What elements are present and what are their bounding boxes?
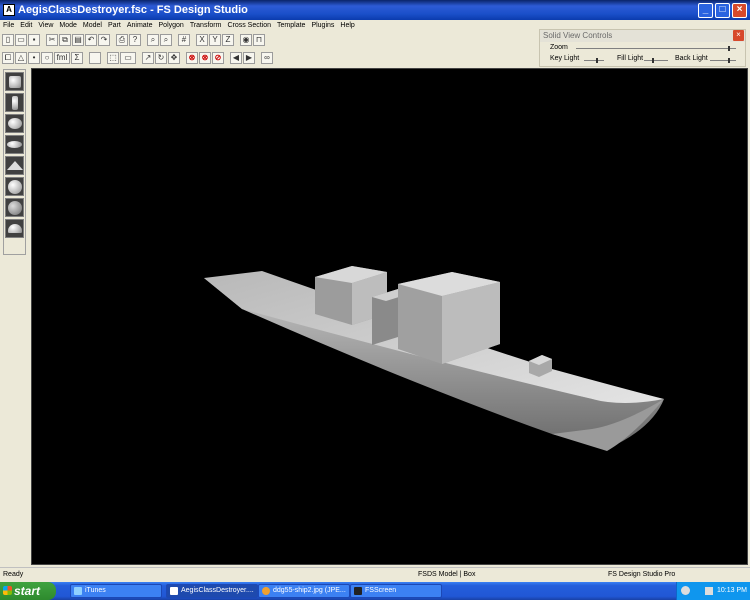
right-arrow-icon[interactable]: ▶ [243,52,255,64]
left-arrow-icon[interactable]: ◀ [230,52,242,64]
cone-icon[interactable] [5,156,24,175]
primitive-palette [3,69,26,255]
new-icon[interactable]: ▯ [2,34,14,46]
key-light-label: Key Light [550,55,580,62]
fill-light-slider[interactable] [644,58,668,63]
disc-icon[interactable] [5,135,24,154]
binoculars-icon[interactable]: ∞ [261,52,273,64]
open-icon[interactable]: ▭ [15,34,27,46]
task-fsscreen[interactable]: FSScreen [350,584,442,598]
menu-template[interactable]: Template [274,22,308,29]
scale-z-icon[interactable]: Z [222,34,234,46]
menu-view[interactable]: View [35,22,56,29]
back-light-label: Back Light [675,55,708,62]
minimize-button[interactable]: _ [698,2,713,18]
sphere-icon[interactable] [5,177,24,196]
menu-mode[interactable]: Mode [56,22,80,29]
scale-y-icon[interactable]: Y [209,34,221,46]
menu-file[interactable]: File [0,22,17,29]
blank-icon[interactable] [89,52,101,64]
sphere-flat-icon[interactable] [5,114,24,133]
key-light-slider[interactable] [584,58,604,63]
dome-icon[interactable] [5,219,24,238]
menu-animate[interactable]: Animate [124,22,156,29]
print-icon[interactable]: ⎙ [116,34,128,46]
triangle-icon[interactable]: △ [15,52,27,64]
menu-transform[interactable]: Transform [187,22,225,29]
rotate-icon[interactable]: ↻ [155,52,167,64]
save-icon[interactable]: ▪ [28,34,40,46]
grid-icon[interactable]: # [178,34,190,46]
select-icon[interactable]: ⧠ [2,52,14,64]
screen-icon [354,587,362,595]
edit-toolbar: ⧠ △ • ○ fml Σ ⬚ ▭ ↗ ↻ ✥ ⊗ ⊗ ⊘ ◀ ▶ ∞ [2,50,273,66]
start-button[interactable]: start [0,582,56,600]
network-icon[interactable] [705,587,713,595]
app-icon [170,587,178,595]
task-itunes[interactable]: iTunes [70,584,162,598]
system-tray: 10:13 PM [676,582,750,600]
scale-x-icon[interactable]: X [196,34,208,46]
cylinder-icon[interactable] [5,93,24,112]
paste-icon[interactable]: ▤ [72,34,84,46]
ship-model-render [204,266,664,451]
menu-cross-section[interactable]: Cross Section [224,22,274,29]
menu-edit[interactable]: Edit [17,22,35,29]
menu-part[interactable]: Part [105,22,124,29]
status-app: FS Design Studio Pro [608,571,676,578]
title-bar: A AegisClassDestroyer.fsc - FS Design St… [0,0,750,20]
back-light-slider[interactable] [710,58,736,63]
menu-plugins[interactable]: Plugins [308,22,337,29]
fml-label-icon[interactable]: fml [54,52,70,64]
point-icon[interactable]: • [28,52,40,64]
help-icon[interactable]: ? [129,34,141,46]
dotted-box-icon[interactable]: ⬚ [107,52,119,64]
music-icon [74,587,82,595]
task-fsds[interactable]: AegisClassDestroyer.... [166,584,258,598]
eye-icon[interactable]: ◉ [240,34,252,46]
status-model: FSDS Model | Box [418,571,476,578]
sigma-icon[interactable]: Σ [71,52,83,64]
dash-box-icon[interactable]: ▭ [120,52,136,64]
svc-close-button[interactable]: × [733,30,744,41]
stop1-icon[interactable]: ⊗ [186,52,198,64]
main-toolbar: ▯ ▭ ▪ ✂ ⧉ ▤ ↶ ↷ ⎙ ? ⌕ ⌕ # X Y Z ◉ ⊓ [2,32,265,48]
status-bar: Ready FSDS Model | Box FS Design Studio … [0,567,750,581]
globe-icon[interactable] [5,198,24,217]
app-icon: A [3,4,15,16]
zoom-slider[interactable] [576,46,736,51]
copy-icon[interactable]: ⧉ [59,34,71,46]
svc-title: Solid View Controls × [540,30,745,42]
arrow-icon[interactable]: ↗ [142,52,154,64]
stop3-icon[interactable]: ⊘ [212,52,224,64]
window-title: AegisClassDestroyer.fsc - FS Design Stud… [18,4,248,16]
fill-light-label: Fill Light [617,55,644,62]
stop2-icon[interactable]: ⊗ [199,52,211,64]
menu-model[interactable]: Model [80,22,105,29]
windows-taskbar: start iTunes AegisClassDestroyer.... ddg… [0,582,750,600]
zoom-in-icon[interactable]: ⌕ [147,34,159,46]
undo-icon[interactable]: ↶ [85,34,97,46]
windows-logo-icon [3,586,12,595]
redo-icon[interactable]: ↷ [98,34,110,46]
zoom-label: Zoom [550,44,568,51]
menu-help[interactable]: Help [337,22,357,29]
zoom-out-icon[interactable]: ⌕ [160,34,172,46]
image-icon [262,587,270,595]
cube-icon[interactable] [5,72,24,91]
lock-icon[interactable]: ⊓ [253,34,265,46]
speaker-icon[interactable] [681,586,690,595]
solid-view-viewport[interactable] [31,68,748,565]
menu-polygon[interactable]: Polygon [156,22,187,29]
circle-icon[interactable]: ○ [41,52,53,64]
close-button[interactable]: × [732,2,747,18]
status-ready: Ready [3,571,24,578]
solid-view-controls: Solid View Controls × Zoom Key Light Fil… [539,29,746,67]
cut-icon[interactable]: ✂ [46,34,58,46]
task-image-viewer[interactable]: ddg55-ship2.jpg (JPE... [258,584,350,598]
maximize-button[interactable]: □ [715,2,730,18]
move-icon[interactable]: ✥ [168,52,180,64]
clock[interactable]: 10:13 PM [717,582,747,600]
